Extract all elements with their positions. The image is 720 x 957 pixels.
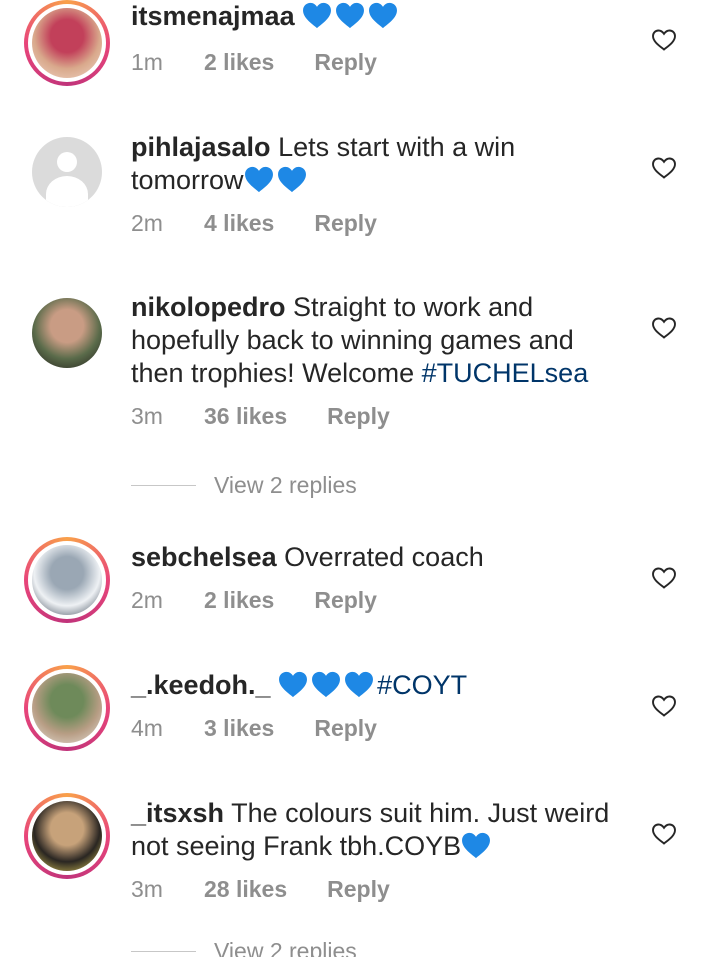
view-replies-divider [131,951,196,952]
like-heart-icon[interactable] [651,822,677,846]
comment-text: _itsxsh The colours suit him. Just weird… [131,797,631,863]
comment-meta: 3m 28 likes Reply [131,876,390,903]
comment-text: _.keedoh._ #COYT [131,669,631,702]
comment-text: nikolopedro Straight to work and hopeful… [131,291,631,390]
comment-time: 2m [131,587,163,613]
comment-username[interactable]: _.keedoh._ [131,670,271,700]
view-replies-label: View 2 replies [214,472,357,498]
view-replies-button[interactable]: View 2 replies [131,938,357,957]
comment-likes[interactable]: 3 likes [204,715,274,742]
comment-meta: 4m 3 likes Reply [131,715,377,742]
blue-heart-emoji-icon [336,2,365,29]
comment-hashtag[interactable]: #TUCHELsea [422,358,589,388]
reply-button[interactable]: Reply [314,715,377,742]
avatar[interactable] [24,0,110,86]
comment-username[interactable]: _itsxsh [131,798,224,828]
comment-likes[interactable]: 4 likes [204,210,274,237]
comment-meta: 2m 4 likes Reply [131,210,377,237]
reply-button[interactable]: Reply [314,210,377,237]
comment-likes[interactable]: 28 likes [204,876,287,903]
comment-text: sebchelsea Overrated coach [131,541,631,574]
blue-heart-emoji-icon [345,671,374,698]
blue-heart-emoji-icon [303,2,332,29]
view-replies-divider [131,485,196,486]
like-heart-icon[interactable] [651,156,677,180]
avatar[interactable] [24,129,110,215]
like-heart-icon[interactable] [651,566,677,590]
comment-likes[interactable]: 2 likes [204,49,274,76]
avatar[interactable] [24,290,110,376]
like-heart-icon[interactable] [651,694,677,718]
comment-likes[interactable]: 2 likes [204,587,274,614]
comment-time: 2m [131,210,163,236]
comment-username[interactable]: pihlajasalo [131,132,271,162]
view-replies-button[interactable]: View 2 replies [131,472,357,499]
blue-heart-emoji-icon [277,166,306,193]
avatar[interactable] [24,793,110,879]
comment-time: 4m [131,715,163,741]
blue-heart-emoji-icon [279,671,308,698]
reply-button[interactable]: Reply [314,49,377,76]
reply-button[interactable]: Reply [327,876,390,903]
comment-time: 3m [131,403,163,429]
comment-time: 3m [131,876,163,902]
default-avatar-icon [57,152,77,172]
view-replies-label: View 2 replies [214,938,357,957]
blue-heart-emoji-icon [312,671,341,698]
like-heart-icon[interactable] [651,316,677,340]
comment-username[interactable]: itsmenajmaa [131,1,295,31]
avatar[interactable] [24,537,110,623]
comment-text: pihlajasalo Lets start with a win tomorr… [131,131,631,197]
comment-text: itsmenajmaa [131,0,631,33]
comment-meta: 1m 2 likes Reply [131,49,377,76]
blue-heart-emoji-icon [462,832,491,859]
comment-hashtag[interactable]: #COYT [377,670,467,700]
comment-username[interactable]: sebchelsea [131,542,277,572]
comment-meta: 3m 36 likes Reply [131,403,390,430]
comment-username[interactable]: nikolopedro [131,292,286,322]
comment-meta: 2m 2 likes Reply [131,587,377,614]
reply-button[interactable]: Reply [314,587,377,614]
blue-heart-emoji-icon [369,2,398,29]
reply-button[interactable]: Reply [327,403,390,430]
avatar[interactable] [24,665,110,751]
comment-body: Overrated coach [284,542,484,572]
comment-time: 1m [131,49,163,75]
like-heart-icon[interactable] [651,28,677,52]
blue-heart-emoji-icon [244,166,273,193]
comment-likes[interactable]: 36 likes [204,403,287,430]
